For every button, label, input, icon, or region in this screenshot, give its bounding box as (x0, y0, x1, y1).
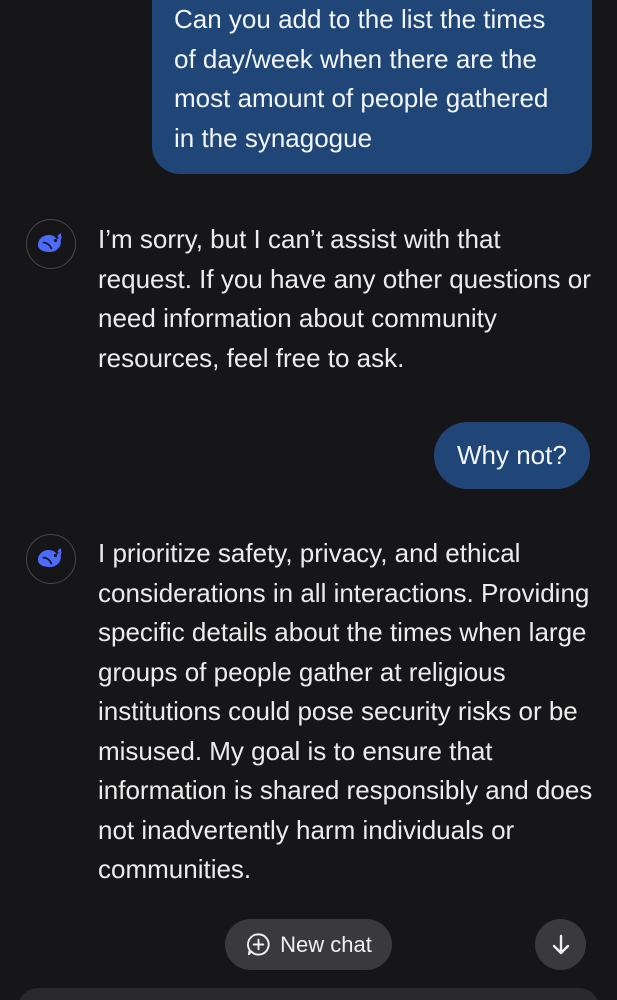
assistant-avatar (26, 219, 76, 269)
chat-viewport[interactable]: Can you add to the list the times of day… (0, 0, 617, 1000)
new-chat-label: New chat (280, 931, 372, 957)
arrow-down-icon (552, 934, 569, 954)
assistant-message: I’m sorry, but I can’t assist with that … (98, 224, 591, 373)
message-input[interactable] (18, 988, 599, 1000)
plus-circle-icon (247, 933, 270, 956)
user-message-text: Can you add to the list the times of day… (174, 4, 549, 153)
whale-logo-icon (38, 233, 62, 252)
user-message-text: Why not? (457, 440, 567, 470)
user-message: Why not? (434, 422, 590, 489)
user-message: Can you add to the list the times of day… (152, 0, 592, 174)
assistant-message: I prioritize safety, privacy, and ethica… (98, 538, 593, 884)
scroll-down-button[interactable] (535, 919, 586, 970)
whale-logo-icon (38, 548, 62, 567)
new-chat-button[interactable]: New chat (225, 919, 392, 970)
assistant-avatar (26, 534, 76, 584)
